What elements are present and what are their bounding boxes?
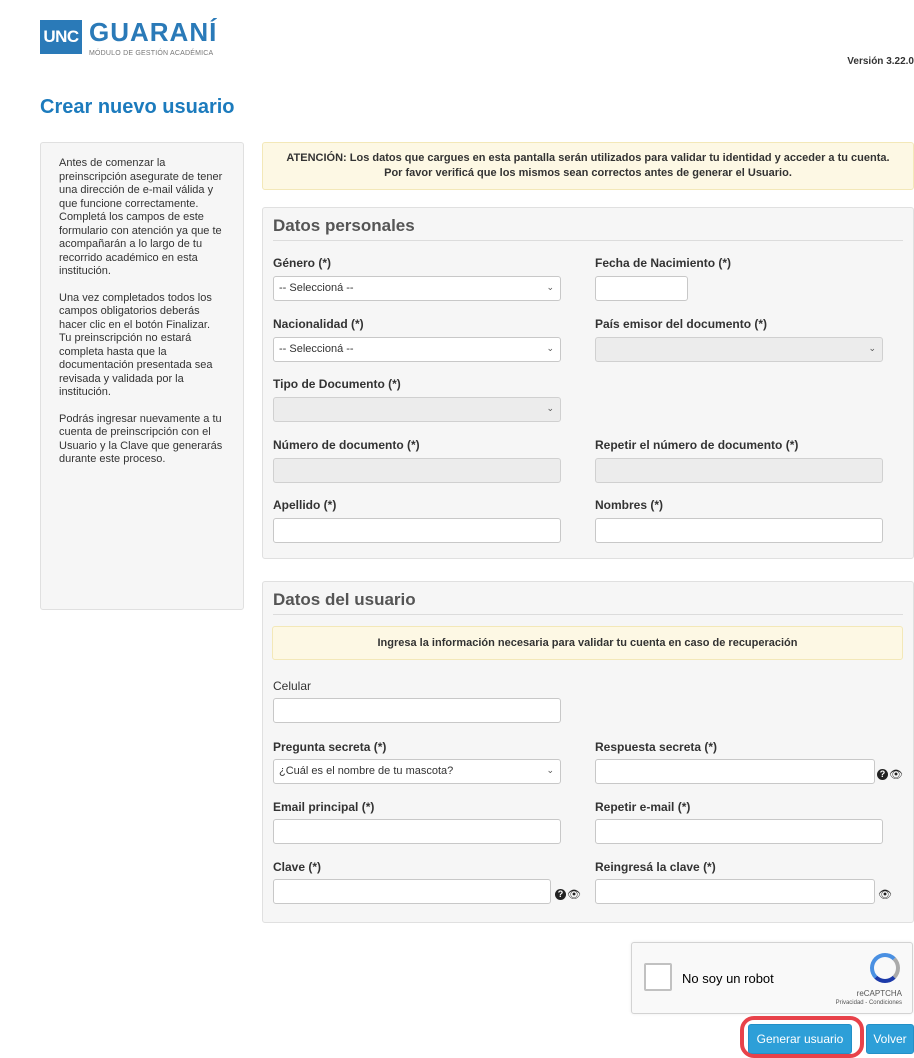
chevron-down-icon: ⌄ — [868, 343, 876, 353]
chevron-down-icon: ⌄ — [546, 343, 554, 353]
birthdate-input[interactable] — [595, 276, 688, 301]
info-paragraph: Tu preinscripción no estará completa has… — [59, 332, 213, 398]
repeat-password-label: Reingresá la clave (*) — [595, 860, 716, 874]
issuing-country-select[interactable]: ⌄ — [595, 337, 883, 362]
logo-name: GUARANÍ — [89, 17, 218, 47]
info-paragraph: Podrás ingresar nuevamente a tu cuenta d… — [59, 412, 223, 466]
help-icon[interactable]: ? — [877, 769, 888, 781]
info-paragraph: Una vez completados todos los campos obl… — [59, 291, 212, 331]
names-input[interactable] — [595, 518, 883, 543]
names-label: Nombres (*) — [595, 498, 664, 512]
password-icons: ? 👁 — [555, 887, 581, 901]
phone-label: Celular — [273, 679, 312, 693]
doc-type-select[interactable]: ⌄ — [273, 397, 561, 422]
page-title: Crear nuevo usuario — [40, 96, 235, 118]
password-input[interactable] — [273, 879, 551, 904]
secret-question-select[interactable]: ¿Cuál es el nombre de tu mascota? ⌄ — [273, 759, 561, 784]
info-paragraph: Antes de comenzar la preinscripción aseg… — [59, 157, 223, 277]
phone-input[interactable] — [273, 698, 561, 723]
secret-question-label: Pregunta secreta (*) — [273, 740, 387, 754]
repeat-email-label: Repetir e-mail (*) — [595, 800, 691, 814]
recaptcha-checkbox[interactable] — [644, 963, 672, 991]
version-label: Versión 3.22.0 — [847, 56, 914, 67]
panel-title: Datos personales — [273, 216, 903, 241]
birthdate-label: Fecha de Nacimiento (*) — [595, 256, 732, 270]
secret-answer-icons: ? 👁 — [877, 767, 903, 781]
gender-label: Género (*) — [273, 256, 332, 270]
recaptcha-links[interactable]: Privacidad - Condiciones — [836, 1000, 902, 1006]
doc-number-input[interactable] — [273, 458, 561, 483]
repeat-email-input[interactable] — [595, 819, 883, 844]
help-icon[interactable]: ? — [555, 889, 566, 901]
password-label: Clave (*) — [273, 860, 322, 874]
recaptcha-logo-icon — [870, 953, 900, 983]
repeat-password-input[interactable] — [595, 879, 875, 904]
highlight-annotation — [740, 1016, 864, 1058]
gender-select-value: -- Seleccioná -- — [279, 282, 354, 294]
recaptcha-brand: reCAPTCHA — [856, 989, 902, 998]
nationality-label: Nacionalidad (*) — [273, 317, 364, 331]
issuing-country-label: País emisor del documento (*) — [595, 317, 768, 331]
chevron-down-icon: ⌄ — [546, 765, 554, 775]
email-input[interactable] — [273, 819, 561, 844]
gender-select[interactable]: -- Seleccioná -- ⌄ — [273, 276, 561, 301]
recaptcha-label: No soy un robot — [682, 971, 774, 986]
nationality-select[interactable]: -- Seleccioná -- ⌄ — [273, 337, 561, 362]
email-label: Email principal (*) — [273, 800, 375, 814]
header: UNC GUARANÍ MÓDULO DE GESTIÓN ACADÉMICA … — [0, 0, 914, 78]
panel-title: Datos del usuario — [273, 590, 903, 615]
attention-alert: ATENCIÓN: Los datos que cargues en esta … — [262, 142, 914, 190]
unc-logo: UNC — [40, 20, 82, 54]
eye-slash-icon[interactable]: 👁 — [567, 888, 581, 901]
nationality-select-value: -- Seleccioná -- — [279, 343, 354, 355]
repeat-doc-number-input[interactable] — [595, 458, 883, 483]
chevron-down-icon: ⌄ — [546, 282, 554, 292]
doc-number-label: Número de documento (*) — [273, 438, 420, 452]
back-button[interactable]: Volver — [866, 1024, 914, 1054]
logo-subtitle: MÓDULO DE GESTIÓN ACADÉMICA — [89, 50, 214, 57]
doc-type-label: Tipo de Documento (*) — [273, 377, 401, 391]
repeat-doc-number-label: Repetir el número de documento (*) — [595, 438, 799, 452]
info-panel: Antes de comenzar la preinscripción aseg… — [40, 142, 244, 610]
recovery-alert: Ingresa la información necesaria para va… — [272, 626, 903, 660]
eye-slash-icon[interactable]: 👁 — [878, 888, 892, 901]
repeat-password-icons: 👁 — [877, 887, 892, 901]
surname-label: Apellido (*) — [273, 498, 337, 512]
secret-answer-label: Respuesta secreta (*) — [595, 740, 718, 754]
recaptcha-widget: No soy un robot reCAPTCHA Privacidad - C… — [631, 942, 913, 1014]
surname-input[interactable] — [273, 518, 561, 543]
secret-question-value: ¿Cuál es el nombre de tu mascota? — [279, 765, 454, 777]
chevron-down-icon: ⌄ — [546, 403, 554, 413]
eye-slash-icon[interactable]: 👁 — [889, 768, 903, 781]
secret-answer-input[interactable] — [595, 759, 875, 784]
